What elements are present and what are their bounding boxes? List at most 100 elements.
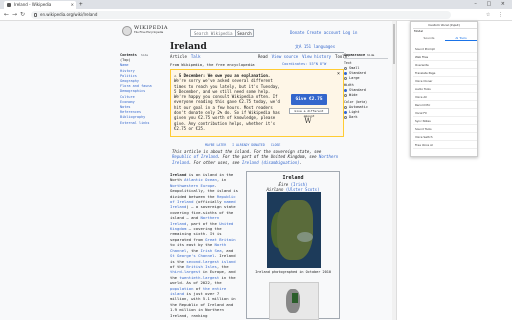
extension-tabs: Sounds AI Tools — [413, 35, 477, 41]
window-controls[interactable]: – □ × — [474, 0, 509, 9]
lock-icon — [34, 13, 37, 17]
list-item[interactable]: Overwrite — [413, 61, 477, 69]
radio-selected-icon[interactable] — [344, 72, 347, 75]
list-item[interactable]: Translate Page — [413, 69, 477, 77]
list-item[interactable]: Record Mic — [413, 101, 477, 109]
tab-talk[interactable]: Talk — [191, 54, 201, 59]
radio-selected-icon[interactable] — [344, 111, 347, 114]
radio-icon[interactable] — [344, 77, 347, 80]
body-link[interactable]: third-largest — [170, 269, 200, 274]
body-text: of — [193, 285, 203, 291]
tab-strip: Ireland - Wikipedia × + – □ × — [0, 0, 512, 9]
text-large-option[interactable]: Large — [344, 76, 388, 81]
wikipedia-tagline: The Free Encyclopedia — [134, 31, 164, 34]
body-link[interactable]: second-largest island — [186, 259, 235, 264]
location-map[interactable] — [269, 282, 319, 320]
site-sub: From Wikipedia, the free encyclopedia — [170, 62, 255, 67]
banner-close-icon[interactable]: × — [337, 71, 340, 77]
tab-view-history[interactable]: View history — [302, 54, 331, 59]
body-link[interactable]: Atlantic Ocean — [184, 177, 217, 182]
list-item[interactable]: Voice All — [413, 93, 477, 101]
contents-title: Contents — [120, 53, 137, 57]
hatnote: This article is about the island. For th… — [172, 149, 342, 165]
infobox: Ireland Éire (Irish) Airlann (Ulster Sco… — [246, 171, 340, 320]
body-text: , the — [186, 247, 201, 253]
tab-close-icon[interactable]: × — [71, 1, 74, 9]
toolbar-icons[interactable]: ☆ ⋮ — [486, 11, 506, 19]
banner-text: ⚠ 5 December: We owe you an explanation.… — [174, 73, 284, 131]
tab-ai-tools[interactable]: AI Tools — [445, 35, 477, 41]
tab-view-source[interactable]: View source — [272, 54, 299, 59]
give-button[interactable]: Give €2.75 — [291, 94, 327, 105]
extension-model-label: Model — [414, 29, 424, 33]
list-item[interactable]: Sync Notes — [413, 117, 477, 125]
infobox-native-names: Éire (Irish) Airlann (Ulster Scots) — [247, 182, 339, 192]
list-item[interactable]: Free Voice AI — [413, 141, 477, 149]
browser-toolbar: ← → ↻ en.wikipedia.org/wiki/Ireland ☆ ⋮ — [0, 9, 512, 21]
back-icon[interactable]: ← — [4, 11, 9, 19]
coordinates-link[interactable]: Coordinates: 53°N 8°W — [282, 62, 326, 66]
list-item[interactable]: Voice Cloner — [413, 77, 477, 85]
close-banner-link[interactable]: CLOSE — [271, 143, 281, 147]
radio-selected-icon[interactable] — [344, 89, 347, 92]
body-link[interactable]: twentieth-largest — [179, 275, 219, 280]
satellite-image[interactable] — [267, 192, 321, 268]
contents-hide-button[interactable]: hide — [141, 53, 148, 57]
body-link[interactable]: St George's Channel — [170, 253, 215, 258]
search-button[interactable]: Search — [235, 29, 254, 37]
body-text: , the — [216, 263, 229, 269]
radio-icon[interactable] — [344, 116, 347, 119]
list-item[interactable]: Sound Tools — [413, 125, 477, 133]
body-text: , part of the — [186, 220, 220, 226]
body-link[interactable]: Great Britain — [205, 237, 235, 242]
article-body: Ireland is an island in the North Atlant… — [170, 172, 238, 318]
new-tab-button[interactable]: + — [79, 1, 83, 9]
languages-button[interactable]: 文A 151 languages — [295, 44, 335, 50]
list-item[interactable]: Web Files — [413, 53, 477, 61]
body-text: , and — [221, 247, 234, 253]
list-item[interactable]: Voice Switch — [413, 133, 477, 141]
hatnote-text: This article is about the island. For th… — [172, 149, 322, 154]
appearance-title: Appearance — [344, 53, 366, 57]
hatnote-link[interactable]: Republic of Ireland — [172, 154, 218, 159]
width-wide-option[interactable]: Wide — [344, 93, 388, 98]
view-tabs: Read View source View history Tools — [258, 54, 347, 59]
color-dark-option[interactable]: Dark — [344, 115, 388, 120]
maybe-later-link[interactable]: MAYBE LATER — [205, 143, 226, 147]
extension-popup: Custom Vocal (Input) Model Sounds AI Too… — [410, 21, 478, 157]
radio-icon[interactable] — [344, 106, 347, 109]
body-link[interactable]: population — [170, 286, 193, 291]
body-text: (officially — [193, 199, 224, 205]
user-links[interactable]: Donate Create account Log in — [290, 30, 357, 35]
toc-item[interactable]: External links — [120, 121, 165, 126]
body-link[interactable]: Northwestern Europe — [170, 183, 215, 188]
reload-icon[interactable]: ↻ — [20, 11, 25, 19]
already-donated-link[interactable]: I ALREADY DONATED — [232, 143, 265, 147]
tab-sounds[interactable]: Sounds — [413, 35, 445, 41]
forward-icon[interactable]: → — [12, 11, 17, 19]
tab-ireland[interactable]: Ireland - Wikipedia × — [4, 1, 76, 9]
tab-read[interactable]: Read — [258, 54, 268, 59]
body-text: Ireland — [170, 172, 187, 177]
hatnote-link[interactable]: Ireland (disambiguation) — [242, 160, 300, 165]
hatnote-text: . For the part of the United Kingdom, se… — [217, 154, 319, 160]
body-link[interactable]: British Isles — [186, 264, 216, 269]
appearance-hide-button[interactable]: hide — [367, 53, 374, 57]
table-of-contents: Contents hide (Top) Name History Politics… — [120, 53, 165, 131]
address-bar[interactable]: en.wikipedia.org/wiki/Ireland — [31, 11, 451, 19]
body-text: to its east by the — [170, 242, 215, 248]
body-link[interactable]: Irish Sea — [200, 248, 221, 253]
wikipedia-globe-icon[interactable] — [122, 26, 132, 36]
donation-banner: ⚠ 5 December: We owe you an explanation.… — [170, 69, 344, 137]
other-amount-button[interactable]: Give a different amount — [289, 108, 329, 118]
radio-icon[interactable] — [344, 67, 347, 70]
option-label: Dark — [349, 115, 358, 119]
radio-icon[interactable] — [344, 94, 347, 97]
url-text: en.wikipedia.org/wiki/Ireland — [40, 12, 98, 17]
list-item[interactable]: Sound Prompt — [413, 45, 477, 53]
appearance-panel: Appearance hide Text Small Standard Large… — [344, 53, 388, 120]
list-item[interactable]: Audio Tools — [413, 85, 477, 93]
tab-article[interactable]: Article — [170, 54, 187, 59]
list-item[interactable]: Vocal FX — [413, 109, 477, 117]
scrollbar-thumb[interactable] — [393, 24, 395, 64]
